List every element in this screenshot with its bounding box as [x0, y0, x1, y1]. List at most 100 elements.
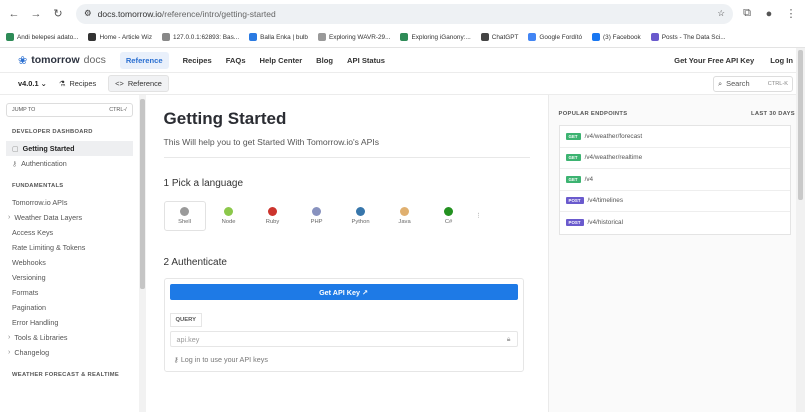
bookmark-favicon-icon [400, 33, 409, 41]
endpoint-item[interactable]: POST/v4/historical [560, 212, 790, 234]
log-in-link[interactable]: Log In [770, 56, 793, 65]
sidebar-item[interactable]: › Weather Data Layers [6, 210, 133, 225]
sidebar-item-label: Getting Started [22, 144, 75, 153]
login-hint[interactable]: ⚷ Log in to use your API keys [170, 353, 518, 366]
bookmark-item[interactable]: 127.0.0.1:62893: Bas... [162, 33, 239, 41]
bookmark-favicon-icon [6, 33, 14, 41]
sidebar-item[interactable]: Access Keys [6, 225, 133, 240]
method-badge: POST [565, 219, 584, 227]
site-info-icon[interactable]: ⚙ [84, 8, 92, 19]
language-label: PHP [310, 219, 323, 225]
popular-endpoints-title: POPULAR ENDPOINTS [558, 111, 628, 117]
profile-avatar-icon[interactable]: ● [761, 6, 777, 22]
language-logo-icon [312, 207, 322, 216]
login-hint-text: Log in to use your API keys [180, 355, 268, 364]
sidebar-item-label: Access Keys [12, 228, 54, 237]
chevron-down-icon: ⌄ [40, 79, 47, 88]
endpoint-path: /v4/weather/forecast [584, 132, 643, 140]
language-option[interactable]: PHP [296, 201, 338, 231]
bookmark-label: ChatGPT [491, 33, 519, 41]
jump-to-input[interactable]: JUMP TO CTRL-/ [6, 103, 133, 117]
bookmark-star-icon[interactable]: ☆ [717, 8, 725, 19]
sidebar-item-authentication[interactable]: ⚷ Authentication [6, 156, 133, 171]
nav-api-status[interactable]: API Status [347, 56, 385, 65]
bookmark-favicon-icon [249, 33, 258, 41]
language-logo-icon [444, 207, 454, 216]
more-languages-icon[interactable]: ⋮ [472, 201, 486, 231]
bookmark-item[interactable]: Exploring WAVR-29... [317, 33, 390, 41]
bookmark-item[interactable]: Home - Article Wiz [88, 33, 152, 41]
sidebar-item[interactable]: Pagination [6, 300, 133, 315]
bookmark-item[interactable]: Google Fordító [528, 33, 582, 41]
lock-icon: 🔒︎ [506, 334, 511, 343]
query-label: QUERY [169, 313, 202, 327]
sidebar-item[interactable]: › Tools & Libraries [6, 330, 133, 345]
api-key-field[interactable]: api.key 🔒︎ [169, 331, 518, 347]
section-weather-forecast: WEATHER FORECAST & REALTIME [12, 372, 120, 378]
bookmark-item[interactable]: (3) Facebook [592, 33, 641, 41]
nav-reference[interactable]: Reference [119, 51, 169, 69]
sidebar-item[interactable]: Error Handling [6, 315, 133, 330]
language-option[interactable]: C# [428, 201, 470, 231]
site-header: ❀ tomorrow docs Reference Recipes FAQs H… [0, 48, 805, 73]
language-option[interactable]: Shell [163, 201, 206, 231]
nav-blog[interactable]: Blog [316, 56, 333, 65]
endpoint-path: /v4/timelines [587, 197, 624, 205]
tab-reference[interactable]: <> Reference [108, 75, 169, 92]
menu-icon[interactable]: ⋮ [783, 6, 799, 22]
get-api-key-button[interactable]: Get API Key ↗ [169, 284, 518, 300]
sub-navigation: v4.0.1 ⌄ ⚗ Recipes <> Reference ⌕ Search C… [0, 73, 805, 95]
bookmark-favicon-icon [650, 33, 659, 41]
language-option[interactable]: Ruby [252, 201, 294, 231]
endpoint-item[interactable]: POST/v4/timelines [559, 191, 790, 212]
sidebar-item[interactable]: Webhooks [6, 255, 133, 270]
bookmark-item[interactable]: Posts - The Data Sci... [650, 33, 726, 41]
language-option[interactable]: Node [208, 201, 250, 231]
language-label: Shell [178, 219, 191, 225]
logo-main-text: tomorrow [31, 54, 80, 66]
language-option[interactable]: Java [384, 201, 426, 231]
sidebar-scrollbar[interactable] [138, 95, 146, 412]
step-pick-language: 1 Pick a language [163, 178, 244, 189]
sidebar-item[interactable]: Rate Limiting & Tokens [6, 240, 133, 255]
extensions-icon[interactable]: ⧉ [739, 6, 755, 22]
tab-recipes[interactable]: ⚗ Recipes [59, 79, 96, 88]
url-bar-row: ← → ↻ ⚙ docs.tomorrow.io/reference/intro… [0, 0, 805, 27]
language-option[interactable]: Python [340, 201, 382, 231]
method-badge: GET [565, 175, 581, 183]
sidebar-item[interactable]: › Changelog [6, 345, 133, 360]
sidebar-item[interactable]: Tomorrow.io APIs [6, 195, 133, 210]
language-picker: Shell Node Ruby PHP Python Java C# ⋮ [163, 201, 530, 231]
sidebar-item-getting-started[interactable]: ▢ Getting Started [6, 141, 133, 156]
forward-icon[interactable]: → [28, 6, 44, 22]
endpoint-item[interactable]: GET/v4 [559, 169, 790, 191]
method-badge: POST [565, 197, 584, 205]
bookmark-item[interactable]: Andi belepesi adato... [6, 33, 78, 41]
sidebar-item[interactable]: Formats [6, 285, 133, 300]
endpoint-item[interactable]: GET/v4/weather/realtime [559, 148, 790, 169]
period-label: LAST 30 DAYS [751, 111, 795, 117]
tab-recipes-label: Recipes [69, 79, 97, 88]
bookmark-item[interactable]: Exploring iGanony:... [400, 33, 471, 41]
page-scrollbar[interactable] [796, 48, 805, 412]
nav-faqs[interactable]: FAQs [226, 56, 246, 65]
version-selector[interactable]: v4.0.1 ⌄ [18, 79, 47, 88]
sidebar-item-label: Authentication [21, 159, 67, 168]
sidebar-item[interactable]: Versioning [6, 270, 133, 285]
site-logo[interactable]: ❀ tomorrow docs [18, 54, 106, 67]
endpoint-item[interactable]: GET/v4/weather/forecast [559, 126, 790, 148]
bookmark-item[interactable]: ChatGPT [480, 33, 519, 41]
bookmark-item[interactable]: Balla Enka | bulb [249, 33, 308, 41]
back-icon[interactable]: ← [6, 6, 22, 22]
search-input[interactable]: ⌕ Search CTRL-K [713, 75, 793, 92]
reload-icon[interactable]: ↻ [50, 6, 66, 22]
nav-recipes[interactable]: Recipes [183, 56, 212, 65]
bookmark-label: 127.0.0.1:62893: Bas... [173, 33, 240, 41]
bookmark-favicon-icon [592, 33, 601, 41]
get-free-api-key-link[interactable]: Get Your Free API Key [674, 56, 754, 65]
language-label: Java [398, 219, 411, 225]
language-label: C# [444, 219, 453, 225]
search-shortcut: CTRL-K [767, 80, 788, 87]
nav-help-center[interactable]: Help Center [260, 56, 303, 65]
address-bar[interactable]: ⚙ docs.tomorrow.io/reference/intro/getti… [76, 3, 733, 24]
